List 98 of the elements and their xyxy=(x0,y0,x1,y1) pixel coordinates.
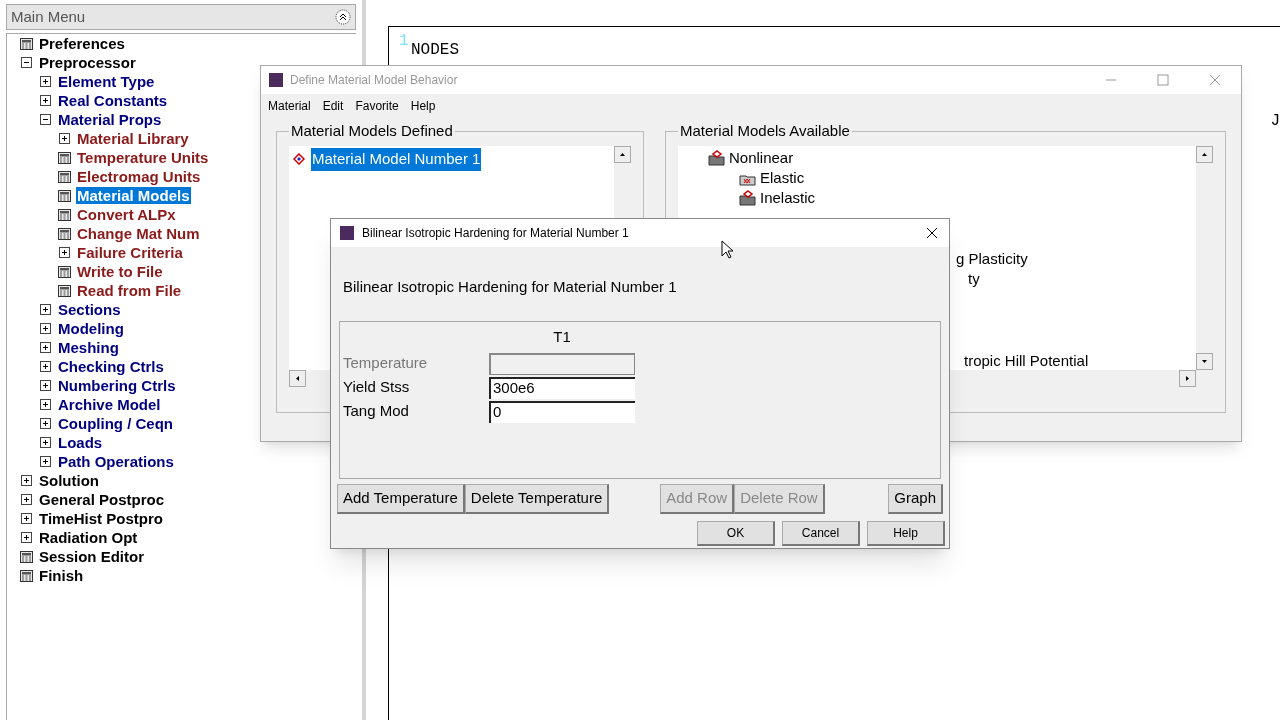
expand-icon[interactable] xyxy=(59,133,70,144)
expand-icon[interactable] xyxy=(21,475,32,486)
window-title: Bilinear Isotropic Hardening for Material Number 1 xyxy=(362,225,630,242)
menu-item[interactable]: General Postproc xyxy=(38,491,166,508)
dialog-heading: Bilinear Isotropic Hardening for Material Number 1 xyxy=(343,278,677,295)
expand-icon[interactable] xyxy=(40,323,51,334)
scroll-right-icon[interactable] xyxy=(1179,370,1196,387)
input-field[interactable]: 0 xyxy=(489,400,635,423)
calculator-icon xyxy=(58,189,71,202)
expand-icon[interactable] xyxy=(40,361,51,372)
open-folder-icon xyxy=(708,150,726,166)
expand-icon[interactable] xyxy=(59,247,70,258)
menu-item[interactable]: Failure Criteria xyxy=(76,244,184,261)
menu-item[interactable]: Real Constants xyxy=(57,92,169,109)
calculator-icon xyxy=(58,227,71,240)
collapse-icon[interactable] xyxy=(40,114,51,125)
menu-item[interactable]: Convert ALPx xyxy=(76,206,177,223)
expand-icon[interactable] xyxy=(40,418,51,429)
window-number: 1 xyxy=(399,31,409,52)
calculator-icon xyxy=(20,569,33,582)
tree-item[interactable]: g Plasticity xyxy=(956,248,1028,271)
menu-item[interactable]: Element Type xyxy=(57,73,156,90)
menu-item[interactable]: Material xyxy=(268,97,311,115)
menu-item[interactable]: Material Models xyxy=(76,187,191,204)
menu-item[interactable]: Numbering Ctrls xyxy=(57,377,177,394)
graphics-label: NODES xyxy=(411,41,459,59)
menu-item[interactable]: Favorite xyxy=(355,97,399,115)
menu-item[interactable]: Checking Ctrls xyxy=(57,358,165,375)
menu-item[interactable]: Material Library xyxy=(76,130,190,147)
menu-item[interactable]: Temperature Units xyxy=(76,149,210,166)
close-icon[interactable] xyxy=(926,227,938,239)
scrollbar[interactable] xyxy=(1196,146,1213,370)
dialog-button[interactable]: OK xyxy=(697,521,775,546)
field-label: Yield Stss xyxy=(343,377,411,398)
expand-icon[interactable] xyxy=(21,494,32,505)
menu-item[interactable]: Edit xyxy=(322,97,344,115)
expand-icon[interactable] xyxy=(21,513,32,524)
menu-item[interactable]: Loads xyxy=(57,434,104,451)
expand-icon[interactable] xyxy=(40,456,51,467)
dialog-button[interactable]: Help xyxy=(867,521,945,546)
tree-item[interactable]: ty xyxy=(968,268,980,291)
menu-item[interactable]: Path Operations xyxy=(57,453,175,470)
menu-item[interactable]: Modeling xyxy=(57,320,125,337)
diamond-icon xyxy=(293,153,305,166)
calculator-icon xyxy=(58,208,71,221)
column-header: T1 xyxy=(552,327,572,347)
menu-item[interactable]: Electromag Units xyxy=(76,168,202,185)
calculator-icon xyxy=(20,550,33,563)
table-button[interactable]: Add Temperature xyxy=(337,484,465,514)
collapse-icon[interactable] xyxy=(21,57,32,68)
expand-icon[interactable] xyxy=(40,399,51,410)
expand-icon[interactable] xyxy=(40,437,51,448)
menu-item[interactable]: Preprocessor xyxy=(38,54,137,71)
menu-item[interactable]: Read from File xyxy=(76,282,183,299)
menu-item[interactable]: Session Editor xyxy=(38,548,146,565)
menu-item[interactable]: Meshing xyxy=(57,339,120,356)
scroll-up-icon[interactable] xyxy=(1196,146,1213,163)
scroll-left-icon[interactable] xyxy=(289,370,306,387)
expand-icon[interactable] xyxy=(40,342,51,353)
app-logo-icon xyxy=(269,73,283,87)
open-folder-icon xyxy=(739,190,757,206)
menu-item[interactable]: Finish xyxy=(38,567,85,584)
calculator-icon xyxy=(58,151,71,164)
calculator-icon xyxy=(58,170,71,183)
expand-icon[interactable] xyxy=(40,380,51,391)
dialog-button[interactable]: Cancel xyxy=(782,521,860,546)
menu-item[interactable]: Help xyxy=(410,97,436,115)
menu-item[interactable]: Solution xyxy=(38,472,100,489)
table-button[interactable]: Graph xyxy=(888,484,943,514)
window-title: Define Material Model Behavior xyxy=(290,72,459,89)
menu-item[interactable]: Write to File xyxy=(76,263,164,280)
menu-item[interactable]: Change Mat Num xyxy=(76,225,201,242)
table-button[interactable]: Delete Temperature xyxy=(464,484,610,514)
calculator-icon xyxy=(58,265,71,278)
menu-item[interactable]: Archive Model xyxy=(57,396,162,413)
collapse-up-icon[interactable] xyxy=(335,9,351,25)
calculator-icon xyxy=(58,284,71,297)
scroll-down-icon[interactable] xyxy=(1196,353,1213,370)
menu-item[interactable]: Radiation Opt xyxy=(38,529,139,546)
expand-icon[interactable] xyxy=(40,95,51,106)
menu-item[interactable]: Sections xyxy=(57,301,122,318)
input-field[interactable]: 300e6 xyxy=(489,376,635,399)
list-item[interactable]: Material Model Number 1 xyxy=(311,148,482,171)
menu-item[interactable]: TimeHist Postpro xyxy=(38,510,164,527)
menu-item[interactable]: Coupling / Ceqn xyxy=(57,415,174,432)
menu-item[interactable]: Preferences xyxy=(38,35,126,52)
expand-icon[interactable] xyxy=(21,532,32,543)
calculator-icon xyxy=(20,37,33,50)
field-label: Temperature xyxy=(343,353,429,374)
graphics-text: J xyxy=(1270,111,1280,132)
panel-title: Main Menu xyxy=(11,6,86,27)
scroll-up-icon[interactable] xyxy=(614,146,631,163)
expand-icon[interactable] xyxy=(40,304,51,315)
app-logo-icon xyxy=(340,226,354,240)
menu-item[interactable]: Material Props xyxy=(57,111,163,128)
tree-item[interactable]: tropic Hill Potential xyxy=(964,350,1089,373)
field-label: Tang Mod xyxy=(343,401,410,422)
expand-icon[interactable] xyxy=(40,76,51,87)
